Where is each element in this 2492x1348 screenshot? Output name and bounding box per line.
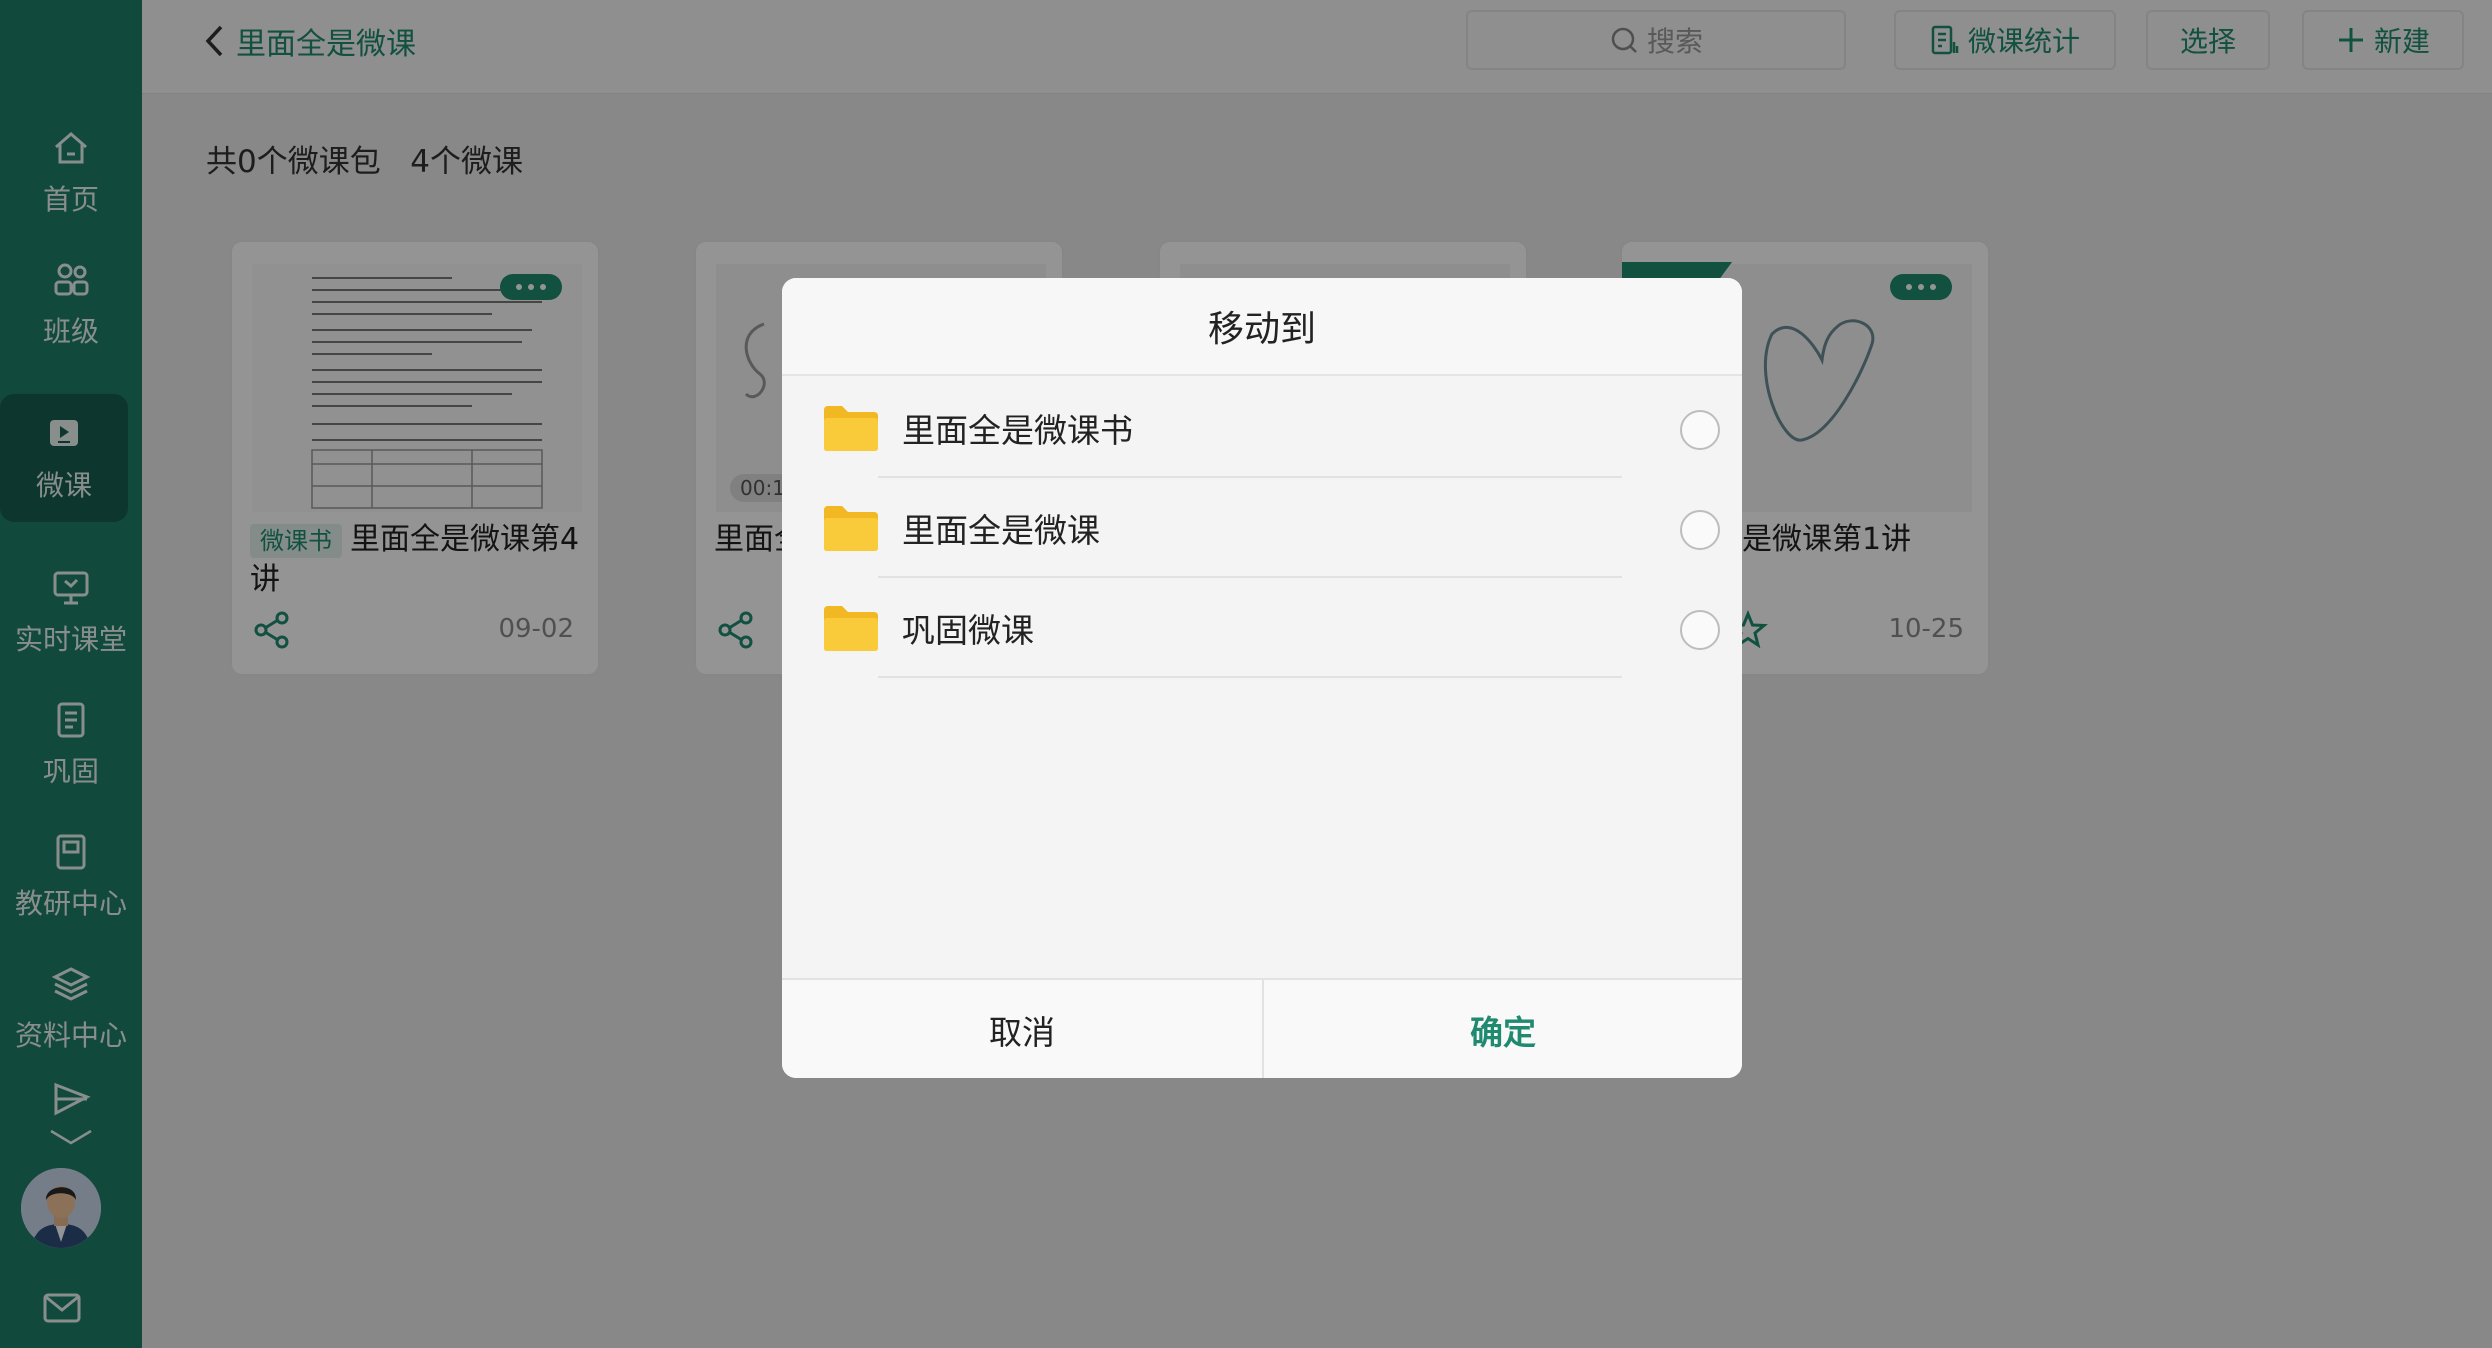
folder-option[interactable]: 里面全是微课 (782, 478, 1742, 578)
radio-button[interactable] (1680, 510, 1720, 550)
dialog-title: 移动到 (782, 278, 1742, 376)
confirm-button[interactable]: 确定 (1264, 980, 1742, 1078)
folder-option[interactable]: 里面全是微课书 (782, 378, 1742, 478)
folder-label: 里面全是微课书 (902, 411, 1133, 450)
dialog-footer: 取消 确定 (782, 978, 1742, 1078)
folder-icon (822, 604, 880, 652)
folder-label: 里面全是微课 (902, 511, 1100, 550)
folder-label: 巩固微课 (902, 611, 1034, 650)
folder-icon (822, 504, 880, 552)
folder-option[interactable]: 巩固微课 (782, 578, 1742, 678)
cancel-button[interactable]: 取消 (782, 980, 1262, 1078)
move-to-dialog: 移动到 里面全是微课书 里面全是微课 巩固微课 取消 确定 (782, 278, 1742, 1078)
radio-button[interactable] (1680, 610, 1720, 650)
radio-button[interactable] (1680, 410, 1720, 450)
folder-icon (822, 404, 880, 452)
divider (878, 676, 1622, 678)
